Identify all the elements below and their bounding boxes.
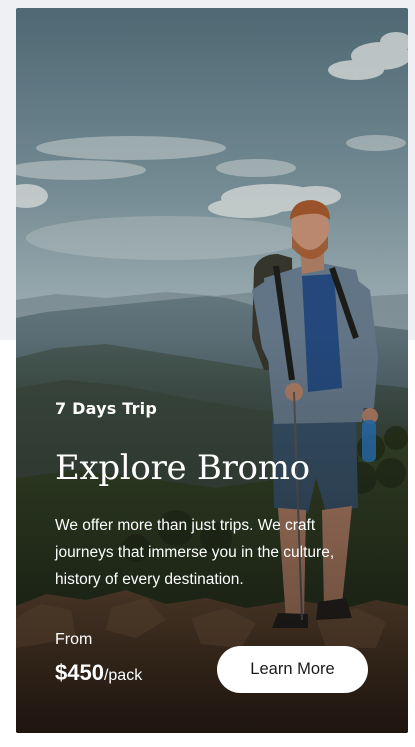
trip-description: We offer more than just trips. We craft … — [55, 517, 335, 588]
price-prefix: From — [55, 631, 93, 648]
trip-duration-label: 7 Days Trip — [55, 399, 157, 418]
price-unit: /pack — [103, 667, 143, 684]
trip-title: Explore Bromo — [55, 448, 310, 488]
learn-more-button[interactable]: Learn More — [217, 646, 368, 693]
price: $450/pack — [55, 660, 142, 686]
price-amount: $450 — [55, 660, 104, 685]
trip-card: 7 Days Trip Explore Bromo We offer more … — [16, 8, 408, 733]
card-content: 7 Days Trip Explore Bromo We offer more … — [16, 8, 408, 733]
